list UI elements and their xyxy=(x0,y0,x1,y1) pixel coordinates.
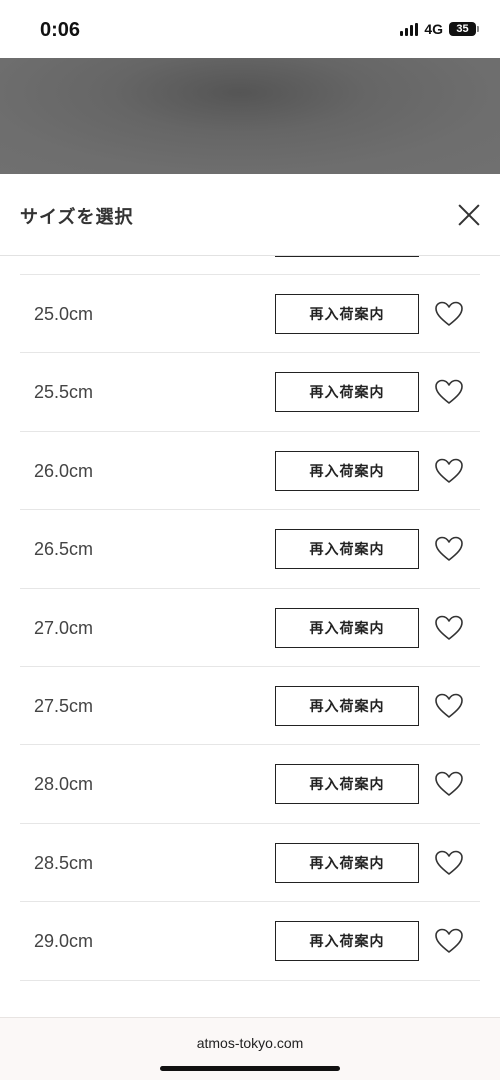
size-row: 28.0cm 再入荷案内 xyxy=(20,745,480,824)
network-type: 4G xyxy=(424,21,443,37)
size-label: 25.5cm xyxy=(34,382,94,403)
size-label: 29.0cm xyxy=(34,931,94,952)
signal-icon xyxy=(400,22,419,36)
size-row: 29.0cm 再入荷案内 xyxy=(20,902,480,981)
size-list: 25.0cm 再入荷案内 25.5cm 再入荷案内 26.0cm 再入荷案内 2… xyxy=(0,256,500,981)
heart-icon[interactable] xyxy=(434,535,464,563)
battery-level: 35 xyxy=(456,23,469,35)
restock-button-partial[interactable] xyxy=(275,256,419,257)
heart-icon[interactable] xyxy=(434,457,464,485)
size-select-sheet: サイズを選択 25.0cm 再入荷案内 25.5cm 再入荷案内 26.0cm … xyxy=(0,174,500,1017)
restock-notify-button[interactable]: 再入荷案内 xyxy=(275,294,419,334)
size-label: 26.5cm xyxy=(34,539,94,560)
sheet-title: サイズを選択 xyxy=(20,207,134,227)
url-label[interactable]: atmos-tokyo.com xyxy=(0,1035,500,1051)
list-item-partial xyxy=(20,256,480,275)
heart-icon[interactable] xyxy=(434,927,464,955)
size-row: 28.5cm 再入荷案内 xyxy=(20,824,480,903)
size-row: 27.0cm 再入荷案内 xyxy=(20,589,480,667)
browser-bottom-bar: atmos-tokyo.com xyxy=(0,1017,500,1080)
restock-notify-button[interactable]: 再入荷案内 xyxy=(275,764,419,805)
restock-notify-button[interactable]: 再入荷案内 xyxy=(275,450,419,491)
heart-icon[interactable] xyxy=(434,378,464,406)
size-label: 28.0cm xyxy=(34,774,94,795)
heart-icon[interactable] xyxy=(434,614,464,642)
close-icon[interactable] xyxy=(458,204,480,226)
size-label: 27.5cm xyxy=(34,695,94,716)
restock-notify-button[interactable]: 再入荷案内 xyxy=(275,921,419,962)
restock-notify-button[interactable]: 再入荷案内 xyxy=(275,607,419,648)
size-row: 25.0cm 再入荷案内 xyxy=(20,275,480,354)
restock-notify-button[interactable]: 再入荷案内 xyxy=(275,372,419,413)
status-time: 0:06 xyxy=(40,19,81,41)
status-indicators: 4G 35 xyxy=(400,21,479,37)
size-label: 26.0cm xyxy=(34,460,94,481)
heart-icon[interactable] xyxy=(434,300,464,328)
restock-notify-button[interactable]: 再入荷案内 xyxy=(275,685,419,726)
heart-icon[interactable] xyxy=(434,692,464,720)
battery-icon: 35 xyxy=(449,22,479,36)
status-bar: 0:06 4G 35 xyxy=(0,0,500,58)
size-label: 25.0cm xyxy=(34,304,94,324)
restock-notify-button[interactable]: 再入荷案内 xyxy=(275,842,419,883)
size-row: 27.5cm 再入荷案内 xyxy=(20,667,480,746)
size-label: 27.0cm xyxy=(34,617,94,638)
dimmed-backdrop[interactable] xyxy=(0,58,500,174)
size-row: 25.5cm 再入荷案内 xyxy=(20,353,480,432)
size-row: 26.0cm 再入荷案内 xyxy=(20,432,480,511)
home-indicator[interactable] xyxy=(160,1066,340,1071)
size-label: 28.5cm xyxy=(34,852,94,873)
sheet-header: サイズを選択 xyxy=(0,174,500,256)
restock-notify-button[interactable]: 再入荷案内 xyxy=(275,529,419,570)
heart-icon[interactable] xyxy=(434,849,464,877)
heart-icon[interactable] xyxy=(434,770,464,798)
size-row: 26.5cm 再入荷案内 xyxy=(20,510,480,589)
